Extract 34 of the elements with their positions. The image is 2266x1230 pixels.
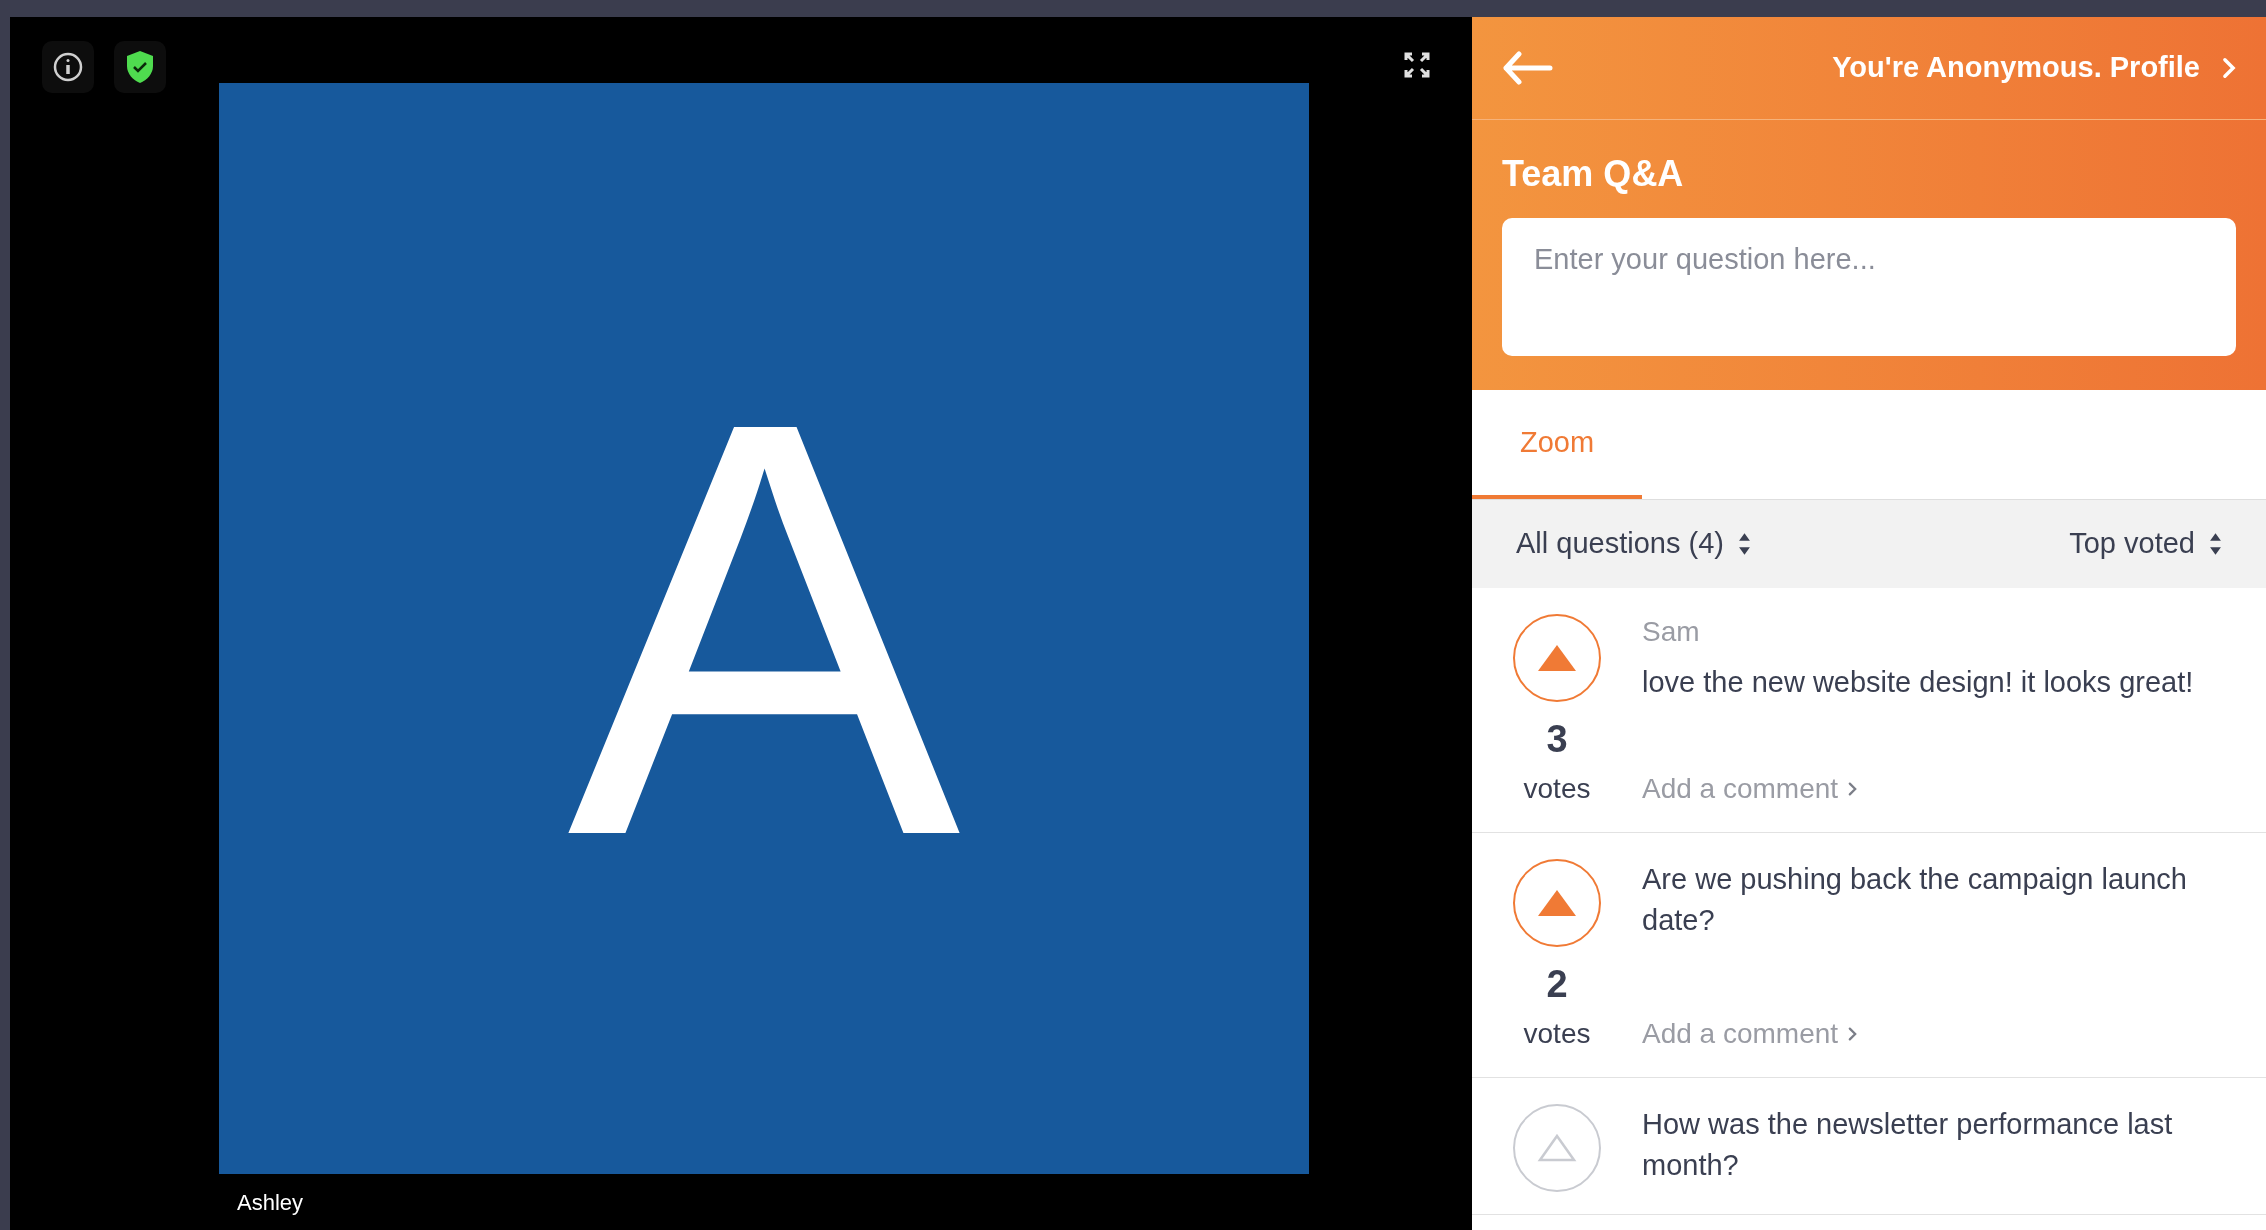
filter-dropdown[interactable]: All questions (4) — [1516, 522, 1751, 566]
sort-icon — [2209, 532, 2222, 556]
sort-dropdown[interactable]: Top voted — [2069, 522, 2222, 566]
votes-label: votes — [1523, 772, 1591, 806]
info-button[interactable] — [42, 41, 94, 93]
vote-count: 2 — [1546, 965, 1568, 1003]
add-comment-link[interactable]: Add a comment — [1642, 983, 1858, 1055]
sort-icon — [1737, 532, 1751, 556]
vote-count: 3 — [1546, 720, 1568, 758]
author-name: Sam — [1642, 618, 1701, 646]
shield-check-icon — [125, 50, 155, 84]
upvote-button[interactable] — [1513, 859, 1601, 947]
upvote-button[interactable] — [1513, 1104, 1601, 1192]
triangle-up-icon — [1536, 1133, 1578, 1163]
participant-name: Ashley — [237, 1192, 305, 1214]
question-text: Are we pushing back the campaign launch date? — [1642, 862, 2188, 938]
back-arrow-icon[interactable] — [1502, 51, 1554, 85]
question-text: How was the newsletter performance last month? — [1642, 1107, 2174, 1183]
question-field[interactable]: Enter your question here... — [1502, 218, 2236, 356]
votes-label: votes — [1523, 1017, 1591, 1051]
profile-link[interactable]: You're Anonymous. Profile — [1832, 46, 2236, 90]
question-text: love the new website design! it looks great! — [1642, 665, 2195, 700]
add-comment-link[interactable]: Add a comment — [1642, 738, 1858, 810]
security-button[interactable] — [114, 41, 166, 93]
chevron-right-icon — [1848, 781, 1858, 797]
panel-title: Team Q&A — [1501, 152, 1685, 196]
triangle-up-icon — [1536, 643, 1578, 673]
chevron-right-icon — [2222, 57, 2236, 79]
upvote-button[interactable] — [1513, 614, 1601, 702]
triangle-up-icon — [1536, 888, 1578, 918]
fullscreen-icon[interactable] — [1404, 52, 1430, 78]
avatar-initial: A — [567, 333, 961, 924]
info-icon — [52, 51, 84, 83]
chevron-right-icon — [1848, 1026, 1858, 1042]
